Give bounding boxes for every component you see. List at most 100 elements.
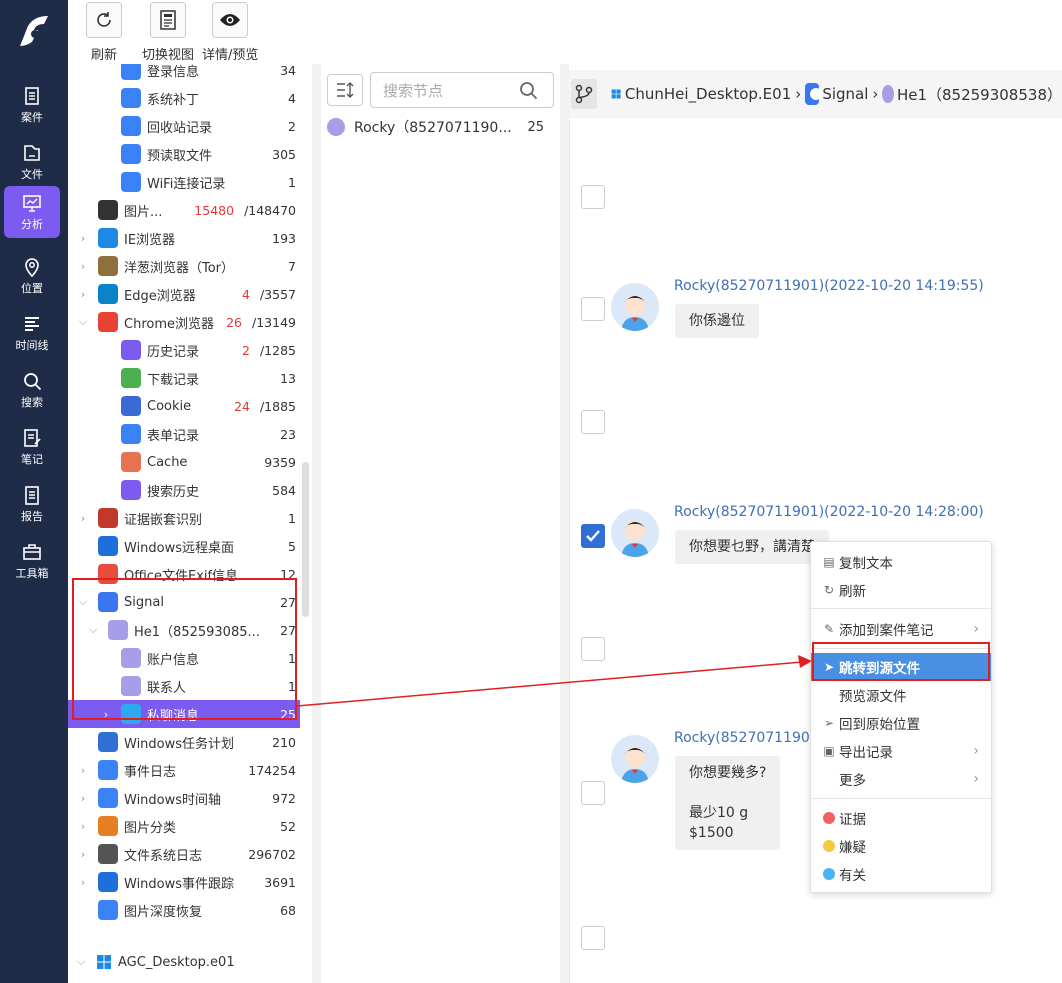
tree-item-count: 174254 <box>248 762 296 778</box>
image-icon <box>98 200 118 220</box>
menu-item-tag-suspect[interactable]: 嫌疑 <box>811 832 991 860</box>
pane-divider[interactable] <box>560 64 569 983</box>
avatar <box>611 283 659 331</box>
rail-item-analysis[interactable]: 分析 <box>4 186 60 238</box>
refresh-button[interactable]: 刷新 <box>86 2 122 64</box>
tree-item[interactable]: 回收站记录 2 <box>68 112 300 140</box>
message-bubble[interactable]: 你想要乜野，講清楚 <box>675 530 829 564</box>
message-checkbox[interactable] <box>581 185 605 209</box>
contact-list-item[interactable]: Rocky（8527071190... 25 <box>327 116 552 138</box>
tree-item[interactable]: › IE浏览器 193 <box>68 224 300 252</box>
menu-item-preview-source[interactable]: 预览源文件 <box>811 681 991 709</box>
rail-item-toolbox[interactable]: 工具箱 <box>4 535 60 587</box>
image-category-icon <box>98 816 118 836</box>
tree-item[interactable]: 下载记录 13 <box>68 364 300 392</box>
tree-item[interactable]: 系统补丁 4 <box>68 84 300 112</box>
chevron-right-icon[interactable]: › <box>78 820 88 833</box>
tree-item[interactable]: › Windows时间轴 972 <box>68 784 300 812</box>
breadcrumb-item-evidence[interactable]: ChunHei_Desktop.E01 <box>625 85 791 103</box>
tree-item[interactable]: › 洋葱浏览器（Tor） 7 <box>68 252 300 280</box>
tree-item-count: 210 <box>272 734 296 750</box>
tree-scrollbar[interactable] <box>302 462 309 617</box>
chevron-right-icon[interactable]: › <box>78 512 88 525</box>
chevron-right-icon[interactable]: › <box>78 848 88 861</box>
details-preview-button[interactable]: 详情/预览 <box>202 2 258 64</box>
image-recovery-icon <box>98 900 118 920</box>
tree-item[interactable]: Windows任务计划 210 <box>68 728 300 756</box>
tree-item-label: Windows事件跟踪 <box>124 876 235 892</box>
tree-item[interactable]: › Windows事件跟踪 3691 <box>68 868 300 896</box>
rail-item-location[interactable]: 位置 <box>4 250 60 302</box>
message-bubble[interactable]: 你係邊位 <box>675 304 759 338</box>
tree-item-label: 表单记录 <box>147 428 200 444</box>
expand-arrow-icon[interactable]: ⌵ <box>76 955 86 969</box>
sort-icon <box>337 82 354 98</box>
tree-item-count: 52 <box>280 818 296 834</box>
menu-item-export[interactable]: ▣ 导出记录 › <box>811 737 991 765</box>
rail-item-timeline[interactable]: 时间线 <box>4 307 60 359</box>
tree-item[interactable]: › 事件日志 174254 <box>68 756 300 784</box>
message-checkbox[interactable] <box>581 926 605 950</box>
contact-name: Rocky（8527071190... <box>354 120 512 136</box>
chevron-right-icon[interactable]: › <box>78 764 88 777</box>
tree-item[interactable]: › 图片分类 52 <box>68 812 300 840</box>
rail-item-search[interactable]: 搜索 <box>4 364 60 416</box>
chevron-right-icon[interactable]: › <box>78 792 88 805</box>
tree-item[interactable]: 图片深度恢复 68 <box>68 896 300 924</box>
message-checkbox[interactable] <box>581 410 605 434</box>
tree-root-label: AGC_Desktop.e01 <box>118 954 235 970</box>
menu-item-tag-related[interactable]: 有关 <box>811 860 991 888</box>
tree-item-label: 下载记录 <box>147 372 200 388</box>
tree-item[interactable]: Cookie 24/1885 <box>68 392 300 420</box>
menu-item-copy-text[interactable]: ▤ 复制文本 <box>811 548 991 576</box>
tree-item[interactable]: 登录信息 34 <box>68 64 300 84</box>
tree-item-count: 5 <box>288 538 296 554</box>
chevron-right-icon[interactable]: › <box>78 232 88 245</box>
check-icon <box>586 530 600 542</box>
tree-item[interactable]: 图片... 15480/148470 <box>68 196 300 224</box>
menu-item-tag-evidence[interactable]: 证据 <box>811 804 991 832</box>
rail-item-notes[interactable]: 笔记 <box>4 421 60 473</box>
timeline-icon <box>25 317 39 331</box>
chevron-right-icon[interactable]: › <box>78 260 88 273</box>
menu-item-refresh[interactable]: ↻ 刷新 <box>811 576 991 604</box>
message-bubble[interactable]: 你想要幾多? 最少10 g $1500 <box>675 756 781 850</box>
tree-item[interactable]: 历史记录 2/1285 <box>68 336 300 364</box>
message-checkbox[interactable] <box>581 781 605 805</box>
breadcrumb-item-signal[interactable]: Signal <box>822 85 868 103</box>
tree-root-agc[interactable]: ⌵ AGC_Desktop.e01 <box>68 948 300 976</box>
tree-item[interactable]: › 文件系统日志 296702 <box>68 840 300 868</box>
tree-item[interactable]: 搜索历史 584 <box>68 476 300 504</box>
rail-item-report[interactable]: 报告 <box>4 478 60 530</box>
chevron-right-icon[interactable]: › <box>78 288 88 301</box>
search-icon[interactable] <box>519 81 539 101</box>
node-search-input[interactable]: 搜索节点 <box>370 72 554 108</box>
menu-item-back-original[interactable]: ➢ 回到原始位置 <box>811 709 991 737</box>
breadcrumb-item-account[interactable]: He1（85259308538） <box>897 84 1062 105</box>
chevron-down-icon[interactable]: ⌵ <box>78 315 88 329</box>
sort-button[interactable] <box>327 74 363 106</box>
rail-item-case[interactable]: 案件 <box>4 79 60 131</box>
tree-item-label: 历史记录 <box>147 344 200 360</box>
tree-item[interactable]: WiFi连接记录 1 <box>68 168 300 196</box>
message-checkbox-checked[interactable] <box>581 524 605 548</box>
chevron-right-icon[interactable]: › <box>78 876 88 889</box>
rail-item-file[interactable]: 文件 <box>4 136 60 188</box>
tree-item-count: 1 <box>288 174 296 190</box>
tree-item-count: 23 <box>280 426 296 442</box>
tree-item[interactable]: Cache 9359 <box>68 448 300 476</box>
pane-divider[interactable] <box>312 64 321 983</box>
menu-item-more[interactable]: 更多 › <box>811 765 991 793</box>
context-menu: ▤ 复制文本 ↻ 刷新 ✎ 添加到案件笔记 › ➤ 跳转到源文件 预览源文件 ➢ 回到原始位… <box>810 541 992 893</box>
tree-item[interactable]: 表单记录 23 <box>68 420 300 448</box>
tree-item[interactable]: › 证据嵌套识别 1 <box>68 504 300 532</box>
message-checkbox[interactable] <box>581 637 605 661</box>
message-checkbox[interactable] <box>581 297 605 321</box>
tree-item[interactable]: › Edge浏览器 4/3557 <box>68 280 300 308</box>
menu-item-add-note[interactable]: ✎ 添加到案件笔记 › <box>811 615 991 643</box>
tree-item[interactable]: Windows远程桌面 5 <box>68 532 300 560</box>
tree-item[interactable]: ⌵ Chrome浏览器 26/13149 <box>68 308 300 336</box>
switch-view-button[interactable]: 切换视图 <box>142 2 194 64</box>
branch-icon[interactable] <box>571 79 597 109</box>
tree-item[interactable]: 预读取文件 305 <box>68 140 300 168</box>
